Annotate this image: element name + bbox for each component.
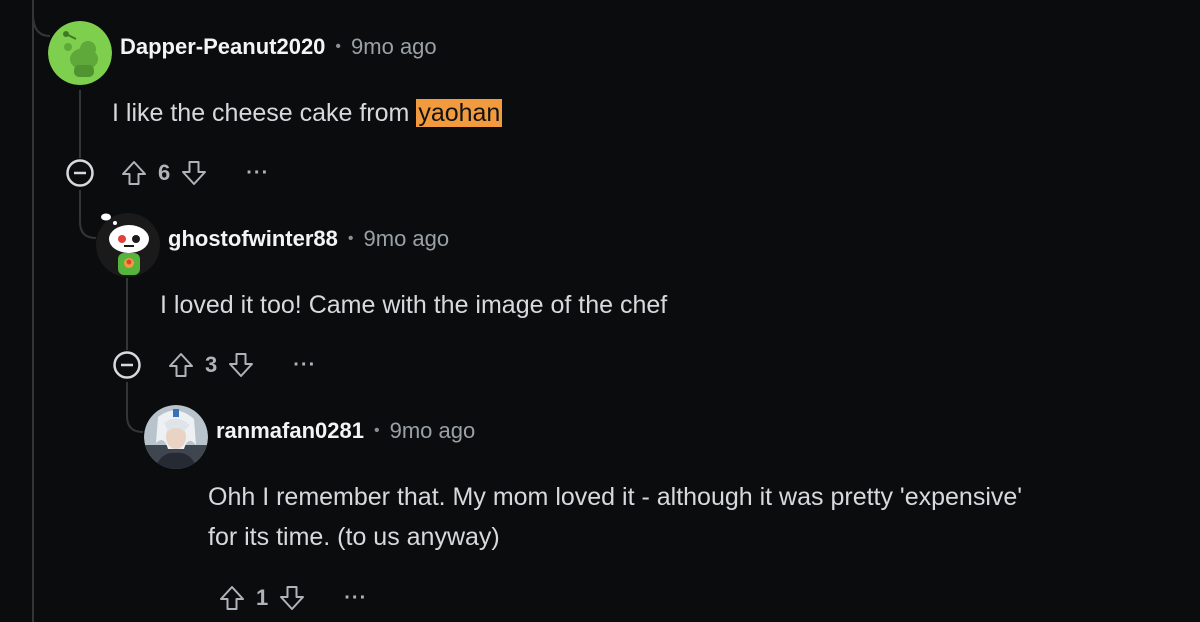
username[interactable]: Dapper-Peanut2020	[120, 34, 325, 60]
separator-dot: •	[335, 38, 342, 55]
upvote-button[interactable]	[165, 349, 197, 381]
comment-actions: 1 ···	[216, 578, 367, 618]
upvote-arrow-icon	[169, 353, 193, 377]
comment-header: Dapper-Peanut2020 • 9mo ago	[120, 34, 437, 60]
search-highlight: yaohan	[416, 99, 503, 127]
more-options-button[interactable]: ···	[293, 354, 316, 377]
comment-actions: 3 ···	[111, 345, 316, 385]
downvote-button[interactable]	[225, 349, 257, 381]
avatar[interactable]	[96, 213, 160, 277]
thread-line-root-curve	[32, 13, 51, 37]
comment-header: ranmafan0281 • 9mo ago	[216, 418, 475, 444]
username[interactable]: ghostofwinter88	[168, 226, 338, 252]
comment-body: I loved it too! Came with the image of t…	[160, 285, 667, 325]
avatar[interactable]	[144, 405, 208, 469]
timestamp[interactable]: 9mo ago	[351, 34, 437, 60]
collapse-button[interactable]	[64, 157, 96, 189]
downvote-arrow-icon	[182, 161, 207, 185]
more-options-button[interactable]: ···	[344, 587, 367, 610]
downvote-button[interactable]	[276, 582, 308, 614]
collapse-minus-icon	[66, 159, 94, 187]
upvote-arrow-icon	[122, 161, 146, 185]
vote-count: 1	[256, 585, 269, 610]
thread-line-1-branch	[79, 190, 97, 239]
username[interactable]: ranmafan0281	[216, 418, 364, 444]
downvote-arrow-icon	[280, 586, 305, 610]
collapse-minus-icon	[113, 351, 141, 379]
downvote-arrow-icon	[229, 353, 254, 377]
separator-dot: •	[347, 230, 354, 247]
comment-text: I like the cheese cake from	[112, 99, 417, 127]
comment-text: I loved it too! Came with the image of t…	[160, 291, 668, 319]
more-options-button[interactable]: ···	[246, 162, 269, 185]
separator-dot: •	[373, 422, 380, 439]
comment-text-line: for its time. (to us anyway)	[208, 523, 500, 551]
timestamp[interactable]: 9mo ago	[390, 418, 476, 444]
comment-body: I like the cheese cake from yaohan	[112, 93, 503, 133]
timestamp[interactable]: 9mo ago	[364, 226, 450, 252]
vote-count: 6	[158, 160, 171, 185]
snoo-ghost-avatar-icon	[96, 213, 160, 277]
vote-count: 3	[205, 352, 218, 377]
thread-line-2-branch	[126, 382, 144, 433]
comment-header: ghostofwinter88 • 9mo ago	[168, 226, 449, 252]
upvote-arrow-icon	[220, 586, 244, 610]
downvote-button[interactable]	[178, 157, 210, 189]
avatar[interactable]	[48, 21, 112, 85]
collapse-button[interactable]	[111, 349, 143, 381]
anime-character-avatar-icon	[144, 405, 208, 469]
comment-thread: Dapper-Peanut2020 • 9mo ago I like the c…	[0, 0, 1200, 622]
comment-body: Ohh I remember that. My mom loved it - a…	[208, 477, 1188, 557]
upvote-button[interactable]	[118, 157, 150, 189]
comment-text-line: Ohh I remember that. My mom loved it - a…	[208, 483, 1023, 511]
comment-actions: 6 ···	[64, 153, 269, 193]
snoo-green-avatar-icon	[48, 21, 112, 85]
upvote-button[interactable]	[216, 582, 248, 614]
